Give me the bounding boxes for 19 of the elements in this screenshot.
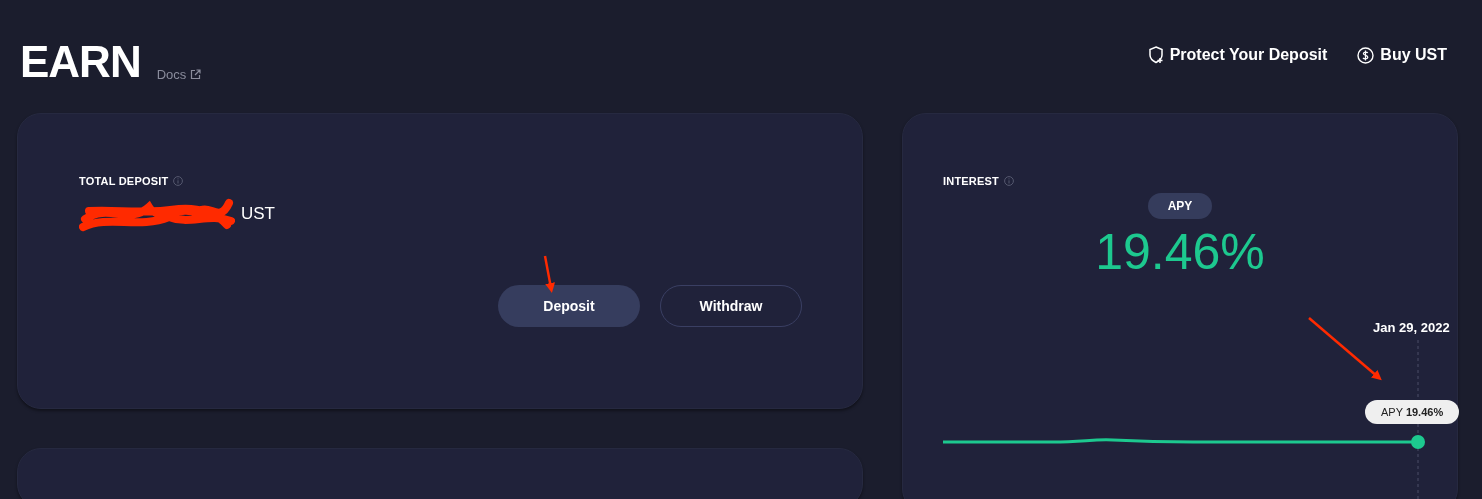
dollar-icon	[1357, 46, 1375, 64]
header-link[interactable]: Buy UST	[1357, 46, 1447, 64]
info-icon[interactable]	[173, 176, 184, 186]
deposit-button[interactable]: Deposit	[498, 285, 640, 327]
section-label: TOTAL DEPOSIT	[79, 175, 169, 187]
amount-unit: UST	[241, 204, 275, 224]
apy-rate: 19.46%	[1095, 223, 1265, 281]
chart-date: Jan 29, 2022	[1373, 320, 1450, 335]
chart-tooltip: APY 19.46%	[1365, 400, 1460, 424]
header-link[interactable]: Protect Your Deposit	[1147, 46, 1328, 64]
annotation-arrow	[543, 255, 555, 293]
data-point-marker	[1411, 435, 1425, 449]
external-link-icon	[190, 69, 202, 80]
apy-badge: APY	[1147, 193, 1213, 219]
shield-plus-icon	[1147, 46, 1164, 64]
section-label: INTEREST	[943, 175, 999, 187]
info-icon[interactable]	[1004, 176, 1014, 186]
page-title: EARN	[20, 44, 141, 80]
docs-link[interactable]: Docs	[156, 67, 202, 82]
